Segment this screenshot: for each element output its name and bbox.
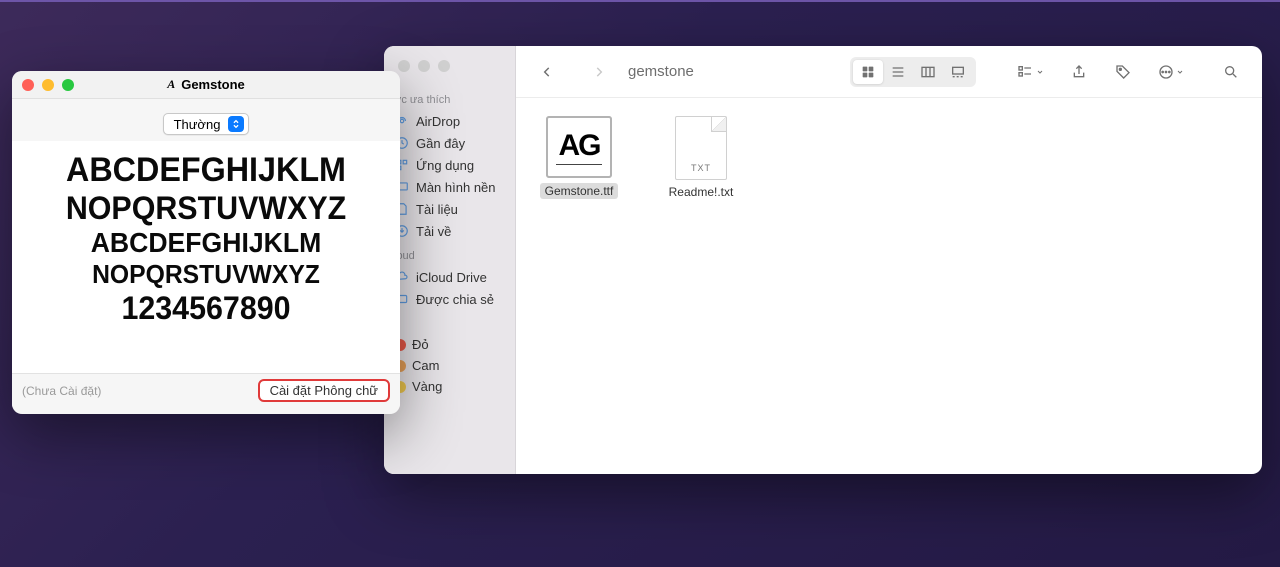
preview-line: 1234567890 bbox=[29, 290, 382, 327]
maximize-icon[interactable] bbox=[438, 60, 450, 72]
file-item-readme-txt[interactable]: TXT Readme!.txt bbox=[656, 116, 746, 199]
sidebar-item-airdrop[interactable]: AirDrop bbox=[384, 110, 515, 132]
close-icon[interactable] bbox=[22, 79, 34, 91]
column-view-button[interactable] bbox=[913, 60, 943, 84]
sidebar-tag-orange[interactable]: Cam bbox=[384, 355, 515, 376]
finder-sidebar: ức ưa thích AirDrop Gần đây Ứng dụng Màn… bbox=[384, 46, 516, 474]
finder-content: AG Gemstone.ttf TXT Readme!.txt bbox=[516, 98, 1262, 474]
font-preview-area: ABCDEFGHIJKLM NOPQRSTUVWXYZ ABCDEFGHIJKL… bbox=[12, 141, 400, 373]
install-status: (Chưa Cài đặt) bbox=[22, 384, 101, 398]
share-button[interactable] bbox=[1064, 60, 1094, 84]
tags-button[interactable] bbox=[1108, 60, 1138, 84]
font-thumbnail-icon: AG bbox=[546, 116, 612, 178]
preview-line: ABCDEFGHIJKLM bbox=[29, 151, 382, 190]
txt-thumbnail-icon: TXT bbox=[675, 116, 727, 180]
fontwin-footer: (Chưa Cài đặt) Cài đặt Phông chữ bbox=[12, 373, 400, 407]
view-mode-segment bbox=[850, 57, 976, 87]
group-by-button[interactable] bbox=[1010, 60, 1050, 84]
folder-title: gemstone bbox=[628, 63, 694, 80]
preview-line: NOPQRSTUVWXYZ bbox=[29, 259, 382, 290]
preview-line: ABCDEFGHIJKLM bbox=[29, 227, 382, 259]
sidebar-item-applications[interactable]: Ứng dụng bbox=[384, 154, 515, 176]
forward-button[interactable] bbox=[584, 60, 614, 84]
maximize-icon[interactable] bbox=[62, 79, 74, 91]
nav-buttons bbox=[532, 60, 614, 84]
finder-main: gemstone AG Gemstone.ttf TXT Readme!.txt bbox=[516, 46, 1262, 474]
icon-view-button[interactable] bbox=[853, 60, 883, 84]
install-font-button[interactable]: Cài đặt Phông chữ bbox=[258, 379, 390, 402]
minimize-icon[interactable] bbox=[42, 79, 54, 91]
sidebar-item-downloads[interactable]: Tải về bbox=[384, 220, 515, 242]
sidebar-section-favorites: ức ưa thích bbox=[394, 94, 515, 106]
file-name: Gemstone.ttf bbox=[540, 183, 619, 199]
sidebar-section-tags: ẻ bbox=[394, 318, 515, 330]
chevron-updown-icon bbox=[228, 116, 244, 132]
search-button[interactable] bbox=[1216, 60, 1246, 84]
sidebar-tag-yellow[interactable]: Vàng bbox=[384, 376, 515, 397]
font-preview-window: AGemstone Thường ABCDEFGHIJKLM NOPQRSTUV… bbox=[12, 71, 400, 414]
font-style-select[interactable]: Thường bbox=[163, 113, 250, 135]
fontwin-titlebar: AGemstone bbox=[12, 71, 400, 99]
file-item-gemstone-ttf[interactable]: AG Gemstone.ttf bbox=[534, 116, 624, 199]
actions-button[interactable] bbox=[1152, 60, 1190, 84]
sidebar-item-shared[interactable]: Được chia sẻ bbox=[384, 288, 515, 310]
style-select-row: Thường bbox=[12, 99, 400, 141]
list-view-button[interactable] bbox=[883, 60, 913, 84]
sidebar-item-recents[interactable]: Gần đây bbox=[384, 132, 515, 154]
preview-line: NOPQRSTUVWXYZ bbox=[29, 190, 382, 227]
back-button[interactable] bbox=[532, 60, 562, 84]
finder-window: ức ưa thích AirDrop Gần đây Ứng dụng Màn… bbox=[384, 46, 1262, 474]
sidebar-item-documents[interactable]: Tài liệu bbox=[384, 198, 515, 220]
minimize-icon[interactable] bbox=[418, 60, 430, 72]
sidebar-item-icloud-drive[interactable]: iCloud Drive bbox=[384, 266, 515, 288]
fontwin-title: AGemstone bbox=[167, 77, 245, 92]
finder-toolbar: gemstone bbox=[516, 46, 1262, 98]
sidebar-tag-red[interactable]: Đỏ bbox=[384, 334, 515, 355]
sidebar-section-icloud: loud bbox=[394, 250, 515, 262]
sidebar-item-desktop[interactable]: Màn hình nền bbox=[384, 176, 515, 198]
finder-traffic-lights[interactable] bbox=[384, 56, 515, 86]
fontwin-traffic-lights[interactable] bbox=[22, 79, 74, 91]
gallery-view-button[interactable] bbox=[943, 60, 973, 84]
font-app-icon: A bbox=[167, 77, 175, 92]
file-name: Readme!.txt bbox=[669, 185, 734, 199]
